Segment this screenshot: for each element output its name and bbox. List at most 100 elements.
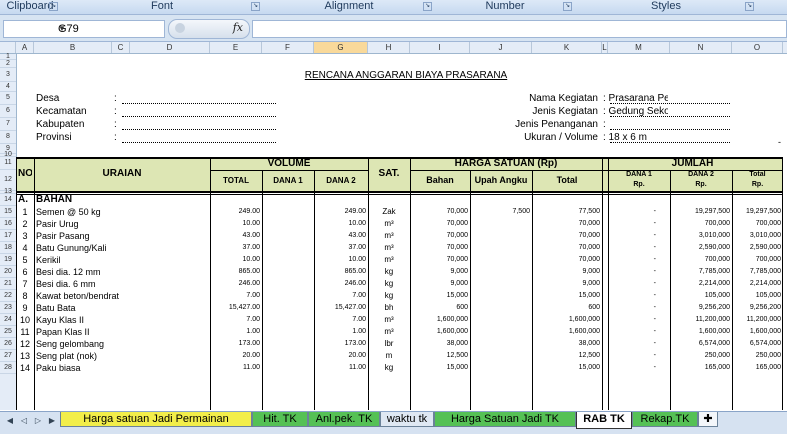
item-htotal: 1,600,000 (568, 328, 600, 335)
item-jumlah-dana2: 105,000 (704, 292, 730, 299)
row-header[interactable]: 21 (0, 278, 16, 290)
ribbon-group-alignment: Alignment ↘ (324, 0, 432, 12)
row-header[interactable]: 3 (0, 68, 16, 82)
item-vol-dana2: 865.00 (344, 268, 366, 275)
insert-sheet-icon[interactable]: ✚ (698, 412, 718, 427)
doc-title: RENCANA ANGGARAN BIAYA PRASARANA (304, 70, 508, 81)
column-header-d[interactable]: D (130, 42, 210, 53)
row-header[interactable]: 14 (0, 194, 16, 206)
item-jumlah-dana1: - (653, 304, 656, 311)
row-header[interactable]: 16 (0, 218, 16, 230)
column-header-e[interactable]: E (210, 42, 262, 53)
row-header[interactable]: 26 (0, 338, 16, 350)
column-header-n[interactable]: N (670, 42, 732, 53)
name-box[interactable]: G79 ▼ (3, 20, 165, 38)
header-jtotal_rp: Rp. (751, 181, 764, 188)
row-header[interactable]: 22 (0, 290, 16, 302)
ribbon-group-font: Font ↘ (150, 0, 260, 12)
item-jumlah-dana2: 9,256,200 (698, 304, 730, 311)
field-label: Ukuran / Volume (524, 132, 598, 143)
dialog-launcher-icon[interactable]: ↘ (563, 2, 572, 11)
dialog-launcher-icon[interactable]: ↘ (49, 2, 58, 11)
column-header-j[interactable]: J (470, 42, 532, 53)
item-vol-total: 15,427.00 (228, 304, 260, 311)
item-vol-dana2: 1.00 (352, 328, 366, 335)
item-no: 12 (19, 339, 30, 349)
item-vol-total: 246.00 (238, 280, 260, 287)
header-upah: Upah Angku (474, 175, 528, 185)
dotted-underline (610, 129, 730, 130)
sheet-tab-anl-pek-tk[interactable]: Anl.pek. TK (308, 412, 380, 427)
prev-sheet-icon[interactable]: ◁ (18, 415, 30, 427)
dialog-launcher-icon[interactable]: ↘ (745, 2, 754, 11)
column-header-h[interactable]: H (368, 42, 410, 53)
cancel-icon[interactable] (175, 23, 185, 33)
row-header[interactable]: 6 (0, 105, 16, 118)
column-header-k[interactable]: K (532, 42, 602, 53)
row-header[interactable]: 2 (0, 60, 16, 68)
column-header-a[interactable]: A (16, 42, 34, 53)
row-header[interactable]: 4 (0, 82, 16, 92)
sheet-tab-waktu-tk[interactable]: waktu tk (380, 412, 434, 427)
row-header[interactable]: 17 (0, 230, 16, 242)
row-header[interactable]: 11 (0, 157, 16, 170)
row-header[interactable]: 27 (0, 350, 16, 362)
item-jumlah-total: 7,785,000 (749, 268, 781, 275)
dialog-launcher-icon[interactable]: ↘ (423, 2, 432, 11)
column-header-c[interactable]: C (112, 42, 130, 53)
column-header-m[interactable]: M (608, 42, 670, 53)
header-uraian: URAIAN (102, 168, 142, 179)
column-header-i[interactable]: I (410, 42, 470, 53)
dotted-underline (122, 142, 276, 143)
row-header[interactable]: 18 (0, 242, 16, 254)
border-line (670, 170, 671, 410)
formula-input[interactable] (252, 20, 787, 38)
row-header[interactable]: 19 (0, 254, 16, 266)
item-vol-dana2: 10.00 (348, 220, 366, 227)
dialog-launcher-icon[interactable]: ↘ (251, 2, 260, 11)
first-sheet-icon[interactable]: ◀ (4, 415, 16, 427)
column-headers: ABCDEFGHIJKLMNO (0, 42, 787, 54)
next-sheet-icon[interactable]: ▷ (32, 415, 44, 427)
item-vol-dana1 (264, 338, 312, 350)
item-jumlah-total: 165,000 (755, 364, 781, 371)
column-header-g[interactable]: G (314, 42, 368, 53)
select-all-corner[interactable] (0, 42, 16, 53)
item-upah (472, 230, 530, 242)
column-header-b[interactable]: B (34, 42, 112, 53)
row-header[interactable]: 23 (0, 302, 16, 314)
sheet-tab-hit-tk[interactable]: Hit. TK (252, 412, 308, 427)
item-upah (472, 278, 530, 290)
last-sheet-icon[interactable]: ▶ (46, 415, 58, 427)
row-header[interactable]: 15 (0, 206, 16, 218)
item-uraian: Semen @ 50 kg (36, 207, 101, 217)
insert-function-icon[interactable]: fx (233, 21, 243, 34)
row-header[interactable]: 7 (0, 118, 16, 131)
row-header[interactable]: 5 (0, 92, 16, 105)
item-bahan: 70,000 (446, 220, 468, 227)
item-jumlah-dana1: - (653, 268, 656, 275)
item-jumlah-dana2: 7,785,000 (698, 268, 730, 275)
row-header[interactable]: 8 (0, 131, 16, 144)
chevron-down-icon[interactable]: ▼ (58, 21, 162, 37)
item-jumlah-dana1: - (653, 292, 656, 299)
row-header[interactable]: 28 (0, 362, 16, 374)
worksheet-grid[interactable]: RENCANA ANGGARAN BIAYA PRASARANA Desa: Kec… (16, 54, 787, 410)
column-header-f[interactable]: F (262, 42, 314, 53)
item-vol-dana2: 10.00 (348, 256, 366, 263)
row-header[interactable]: 20 (0, 266, 16, 278)
item-sat: m³ (384, 231, 394, 240)
sheet-tab-rekap-tk[interactable]: Rekap.TK (632, 412, 698, 427)
row-header[interactable]: 24 (0, 314, 16, 326)
item-vol-dana1 (264, 326, 312, 338)
item-jumlah-total: 700,000 (755, 220, 781, 227)
sheet-tab-harga-satuan-jadi-tk[interactable]: Harga Satuan Jadi TK (434, 412, 576, 427)
sheet-tab-harga-satuan-jadi-permainan[interactable]: Harga satuan Jadi Permainan (60, 412, 252, 427)
sheet-tab-rab-tk[interactable]: RAB TK (576, 412, 632, 429)
row-header[interactable]: 25 (0, 326, 16, 338)
item-sat: kg (384, 267, 394, 276)
column-header-o[interactable]: O (732, 42, 783, 53)
item-no: 1 (22, 207, 28, 217)
item-jumlah-dana2: 11,200,000 (695, 316, 730, 323)
item-uraian: Pasir Urug (36, 219, 79, 229)
